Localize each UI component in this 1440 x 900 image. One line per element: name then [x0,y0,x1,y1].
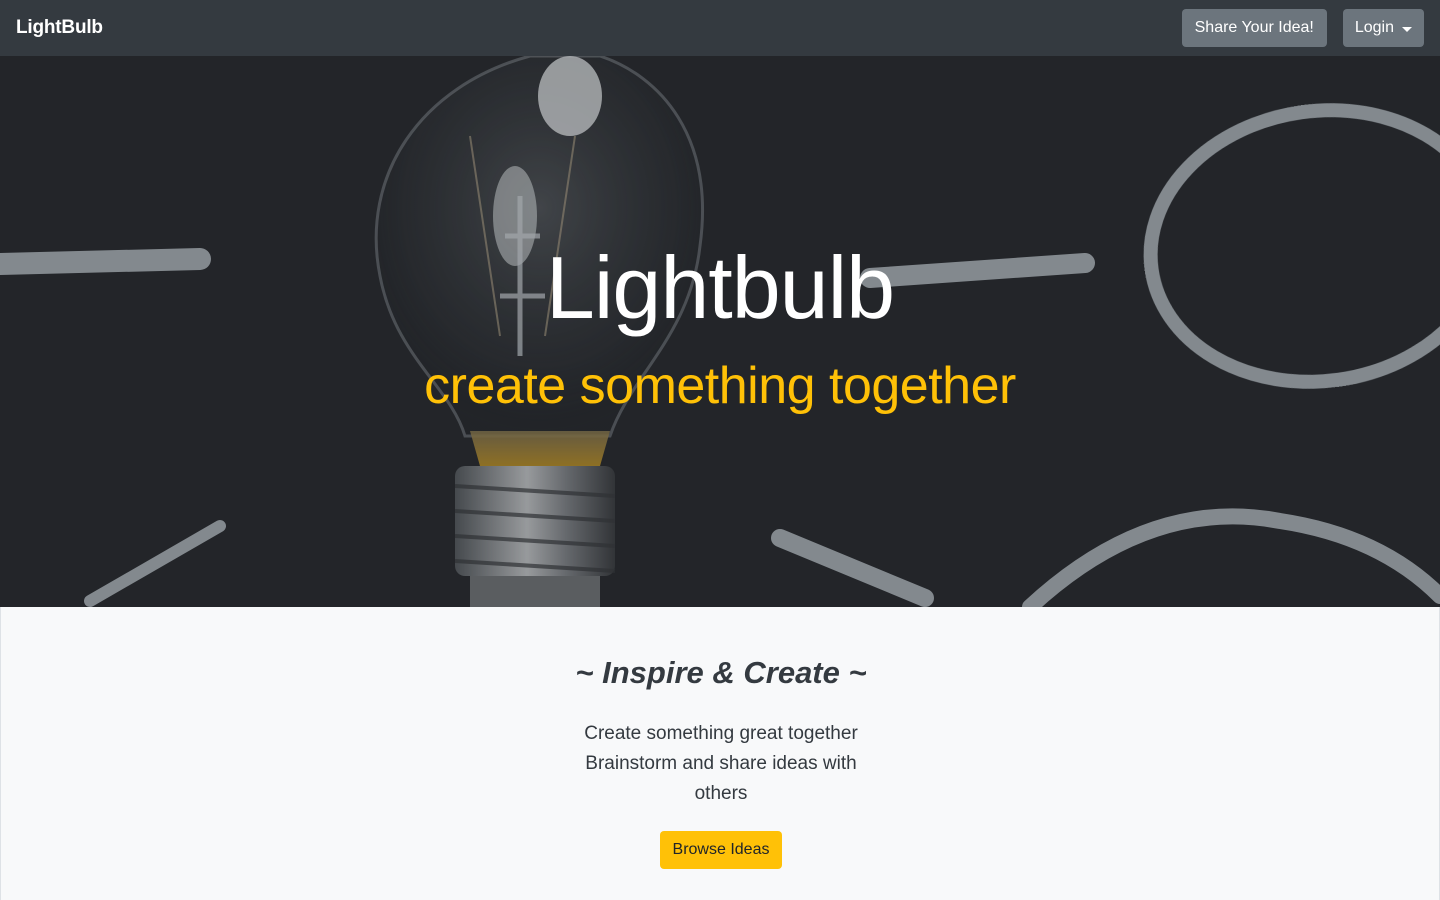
hero-banner: Lightbulb create something together [0,56,1440,607]
brand-logo[interactable]: LightBulb [16,17,103,39]
share-idea-button[interactable]: Share Your Idea! [1181,9,1327,47]
section-text-line1: Create something great together [584,723,858,744]
hero-title: Lightbulb [545,238,895,337]
login-dropdown-button[interactable]: Login [1342,9,1424,47]
section-description: Create something great together Brainsto… [571,719,871,809]
navbar-actions: Share Your Idea! Login [1181,9,1424,47]
browse-ideas-button[interactable]: Browse Ideas [660,831,782,869]
intro-section: ~ Inspire & Create ~ Create something gr… [0,607,1440,900]
caret-down-icon [1402,26,1412,32]
section-text-line2: Brainstorm and share ideas with others [585,753,857,804]
section-title: ~ Inspire & Create ~ [575,655,867,690]
navbar: LightBulb Share Your Idea! Login [0,0,1440,56]
login-label: Login [1354,19,1394,36]
hero-subtitle: create something together [424,357,1016,415]
